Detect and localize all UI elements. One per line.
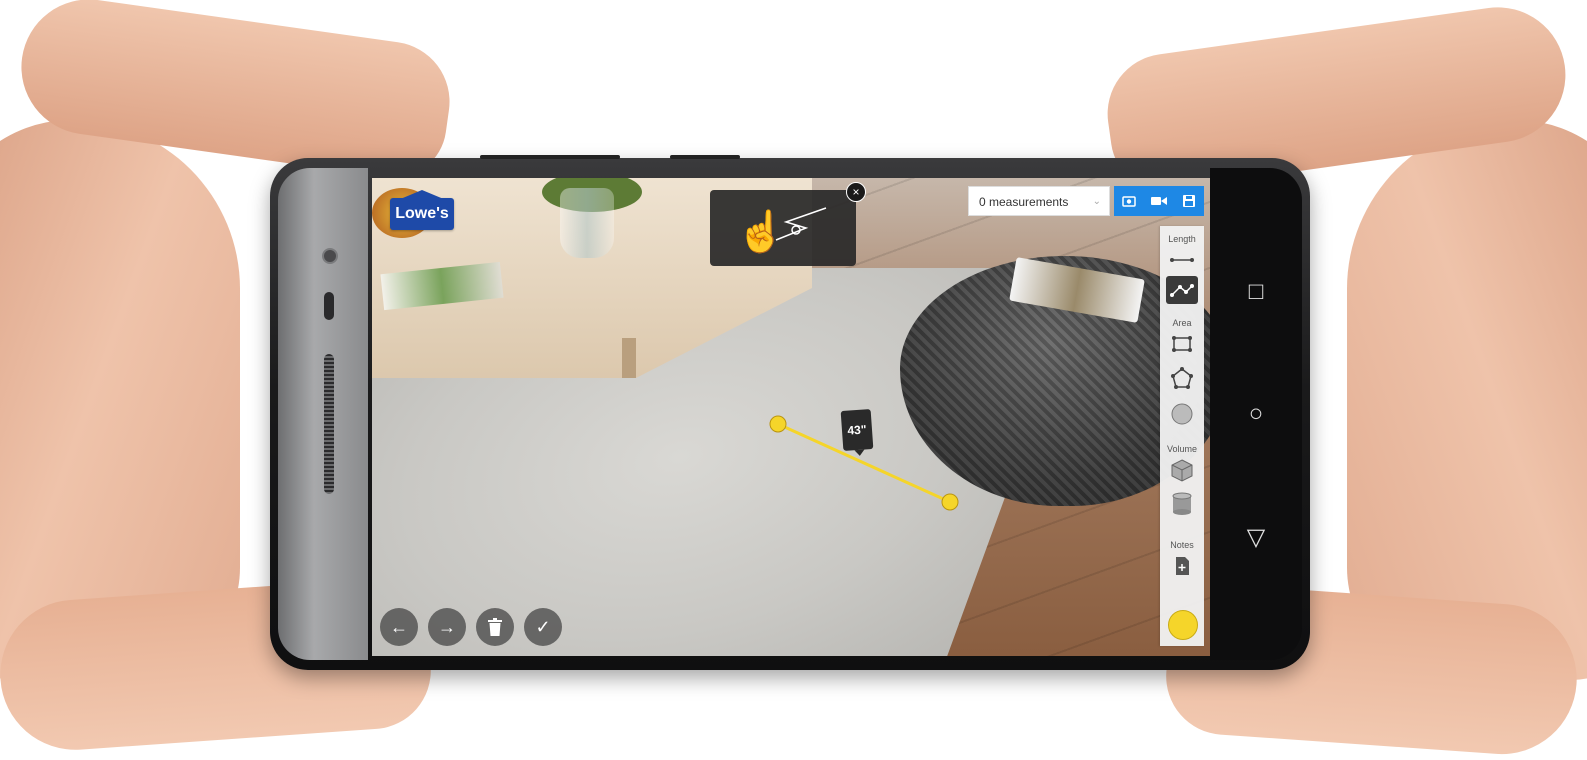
- cube-volume-button[interactable]: [1166, 456, 1198, 484]
- phone-left-bezel: [278, 168, 368, 660]
- undo-button[interactable]: ←: [380, 608, 418, 646]
- undo-arrow-icon: ←: [390, 617, 408, 637]
- measurements-dropdown[interactable]: 0 measurements ⌄: [968, 186, 1110, 216]
- circle-area-icon: [1171, 403, 1193, 425]
- tutorial-hint: ☝: [710, 190, 856, 266]
- power-button: [670, 155, 740, 159]
- measure-start-handle: [769, 415, 787, 433]
- video-icon: [1151, 197, 1167, 205]
- trash-icon: [488, 618, 502, 636]
- section-label-notes: Notes: [1170, 540, 1194, 550]
- chevron-down-icon: ⌄: [1092, 196, 1101, 207]
- ar-camera-view[interactable]: 43" Lowe's ☝ × 0 measurements ⌄ Length A…: [372, 178, 1210, 656]
- section-label-length: Length: [1168, 234, 1196, 244]
- delete-button[interactable]: [476, 608, 514, 646]
- redo-arrow-icon: →: [438, 617, 456, 637]
- tap-hand-icon: ☝: [736, 210, 786, 254]
- add-note-button[interactable]: [1166, 552, 1198, 580]
- front-camera-icon: [322, 248, 338, 264]
- section-label-area: Area: [1172, 318, 1192, 328]
- measurements-dropdown-label: 0 measurements: [979, 195, 1069, 209]
- check-icon: ✓: [535, 617, 551, 637]
- cube-volume-icon: [1171, 459, 1193, 482]
- lowes-logo: Lowe's: [390, 198, 454, 230]
- rectangle-area-button[interactable]: [1166, 330, 1198, 358]
- sensor: [324, 292, 334, 320]
- volume-button: [480, 155, 620, 159]
- back-icon[interactable]: ▽: [1242, 524, 1270, 552]
- camera-icon: [1122, 196, 1136, 207]
- camera-button[interactable]: [1114, 186, 1144, 216]
- measurement-label[interactable]: 43": [840, 409, 874, 451]
- confirm-button[interactable]: ✓: [524, 608, 562, 646]
- close-hint-button[interactable]: ×: [846, 182, 866, 202]
- measure-end-handle: [941, 493, 959, 511]
- speaker-grille: [324, 354, 334, 494]
- line-tool-icon: [1170, 258, 1194, 262]
- recent-apps-icon[interactable]: □: [1242, 278, 1270, 306]
- redo-button[interactable]: →: [428, 608, 466, 646]
- color-picker-button[interactable]: [1168, 610, 1198, 640]
- rectangle-area-icon: [1172, 336, 1192, 352]
- home-icon[interactable]: ○: [1242, 400, 1270, 428]
- phone-device: □ ○ ▽ 43" Lowe's ☝ × 0 measurements ⌄ Le…: [270, 155, 1310, 670]
- note-add-icon: [1176, 557, 1189, 575]
- product-photo: □ ○ ▽ 43" Lowe's ☝ × 0 measurements ⌄ Le…: [0, 0, 1587, 760]
- android-nav-bar: □ ○ ▽: [1210, 168, 1302, 660]
- cylinder-volume-icon: [1172, 492, 1192, 515]
- save-button[interactable]: [1174, 186, 1204, 216]
- line-tool-button[interactable]: [1166, 246, 1198, 274]
- video-button[interactable]: [1144, 186, 1174, 216]
- save-icon: [1183, 195, 1195, 207]
- top-toolbar: 0 measurements ⌄: [968, 186, 1204, 216]
- tools-panel: Length Area Volume Notes: [1160, 226, 1204, 646]
- polygon-area-button[interactable]: [1166, 364, 1198, 392]
- circle-area-button[interactable]: [1166, 400, 1198, 428]
- polyline-tool-button[interactable]: [1166, 276, 1198, 304]
- section-label-volume: Volume: [1166, 444, 1198, 454]
- polyline-tool-icon: [1170, 284, 1194, 297]
- polygon-area-icon: [1171, 367, 1193, 389]
- cylinder-volume-button[interactable]: [1166, 490, 1198, 518]
